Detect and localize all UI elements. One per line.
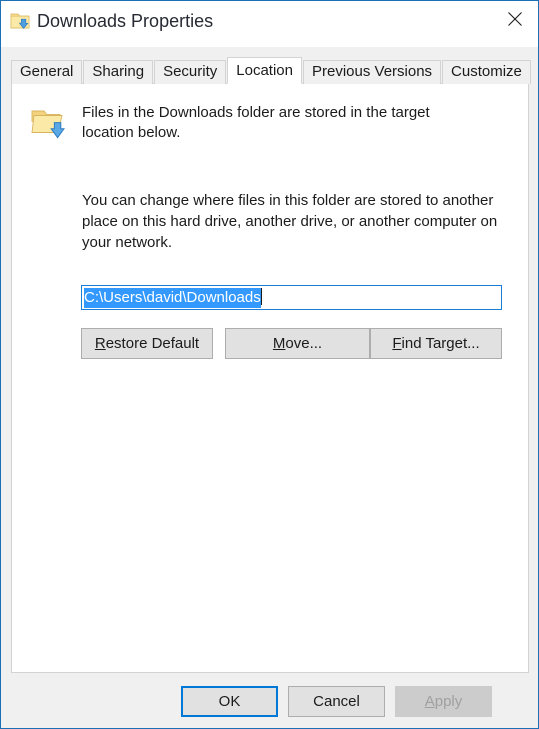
tab-sharing[interactable]: Sharing <box>83 60 154 84</box>
downloads-folder-icon <box>9 10 31 32</box>
restore-default-button[interactable]: Restore Default <box>81 328 213 359</box>
find-target-label: ind Target... <box>401 335 480 352</box>
find-target-accel: F <box>392 335 402 352</box>
location-description: You can change where files in this folde… <box>82 192 498 251</box>
properties-dialog-window: Downloads Properties Files in the Downlo… <box>0 0 539 729</box>
move-label: ove... <box>285 335 323 352</box>
tab-panel-location: Files in the Downloads folder are stored… <box>11 83 529 673</box>
tab-security[interactable]: Security <box>154 60 227 84</box>
tab-strip: General Sharing Security Location Previo… <box>11 57 532 84</box>
restore-default-accel: R <box>94 335 106 352</box>
cancel-button-label: Cancel <box>313 693 360 710</box>
target-path-text: C:\Users\david\Downloads <box>84 288 261 308</box>
location-header-text: Files in the Downloads folder are stored… <box>82 104 430 141</box>
apply-accel: A <box>424 693 435 710</box>
target-path-value: C:\Users\david\Downloads <box>84 287 262 308</box>
tab-general[interactable]: General <box>11 60 83 84</box>
ok-button-label: OK <box>218 693 241 710</box>
text-caret <box>260 288 262 305</box>
window-title: Downloads Properties <box>37 11 214 31</box>
title-bar: Downloads Properties <box>1 1 538 47</box>
cancel-button[interactable]: Cancel <box>288 686 385 717</box>
restore-default-label: estore Default <box>105 335 200 352</box>
apply-button-label: pply <box>434 693 463 710</box>
apply-button: Apply <box>395 686 492 717</box>
tab-previous-versions[interactable]: Previous Versions <box>302 60 442 84</box>
tab-customize[interactable]: Customize <box>442 60 531 84</box>
move-button[interactable]: Move... <box>225 328 370 359</box>
target-path-input[interactable]: C:\Users\david\Downloads <box>81 285 502 310</box>
downloads-folder-icon <box>30 104 70 144</box>
move-accel: M <box>272 335 286 352</box>
tab-location[interactable]: Location <box>227 57 302 84</box>
find-target-button[interactable]: Find Target... <box>370 328 502 359</box>
ok-button[interactable]: OK <box>181 686 278 717</box>
close-icon[interactable] <box>492 1 538 37</box>
